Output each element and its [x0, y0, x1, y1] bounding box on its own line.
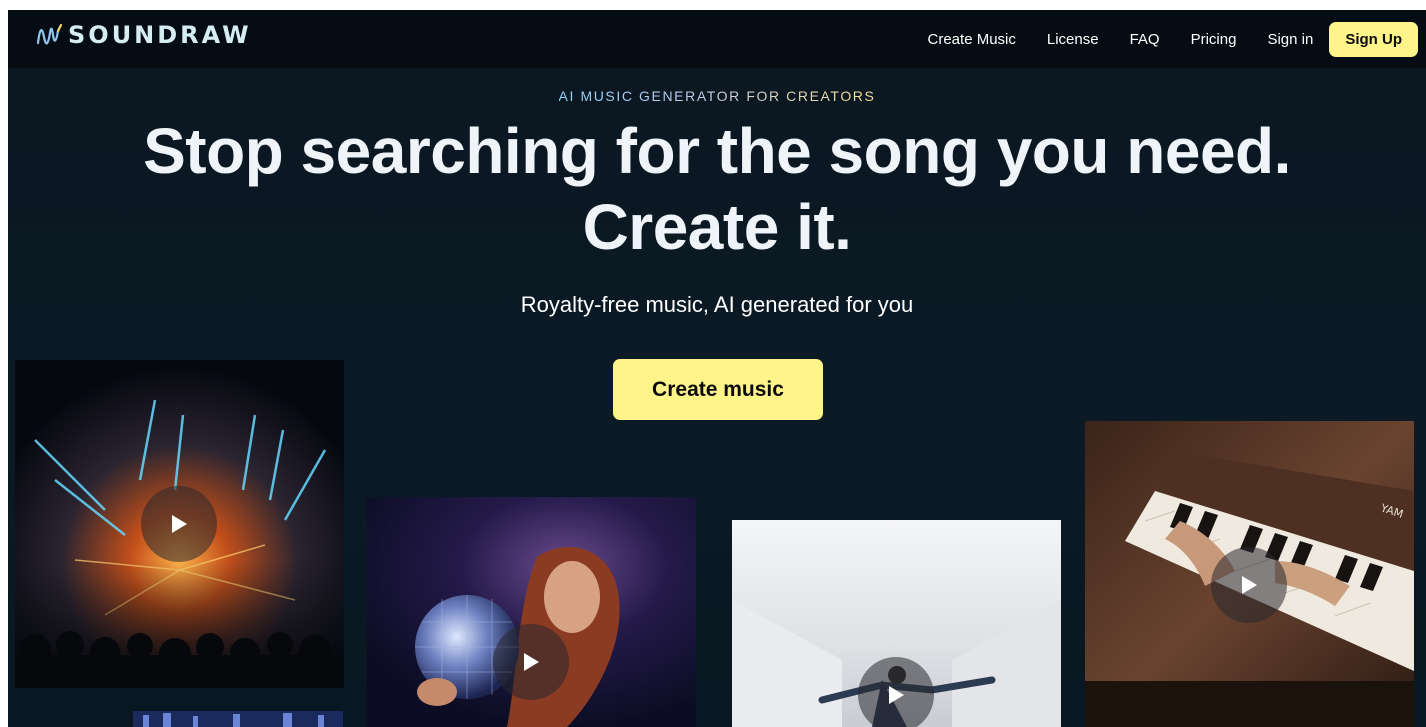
logo[interactable]: SOUNDRAW [36, 21, 252, 49]
create-music-button[interactable]: Create music [613, 359, 823, 420]
video-card-piano[interactable]: YAM [1085, 421, 1414, 727]
nav-sign-in[interactable]: Sign in [1267, 31, 1313, 48]
window-border-left [0, 0, 8, 727]
headline-line-1: Stop searching for the song you need. [143, 115, 1291, 187]
page: SOUNDRAW Create Music License FAQ Pricin… [8, 10, 1426, 727]
headline-line-2: Create it. [582, 191, 852, 263]
play-button[interactable] [1211, 547, 1287, 623]
window-border-top [0, 0, 1426, 10]
play-button[interactable] [858, 657, 934, 727]
nav-license[interactable]: License [1047, 31, 1099, 48]
hero-subheadline: Royalty-free music, AI generated for you [520, 292, 914, 317]
video-card-concert[interactable] [15, 360, 344, 688]
video-card-city[interactable] [133, 711, 343, 727]
play-icon [172, 515, 187, 533]
play-icon [1242, 576, 1257, 594]
hero-headline: Stop searching for the song you need. Cr… [8, 113, 1426, 265]
nav-faq[interactable]: FAQ [1130, 31, 1160, 48]
city-image [133, 711, 343, 727]
waveform-logo-icon [36, 23, 63, 45]
top-nav-bar: SOUNDRAW Create Music License FAQ Pricin… [8, 10, 1426, 68]
video-card-disco[interactable] [367, 497, 696, 727]
play-icon [524, 653, 539, 671]
play-button[interactable] [141, 486, 217, 562]
video-card-dancer[interactable] [732, 520, 1061, 727]
logo-wordmark: SOUNDRAW [68, 21, 252, 49]
sign-up-button[interactable]: Sign Up [1329, 21, 1418, 57]
play-button[interactable] [493, 624, 569, 700]
main-nav: Create Music License FAQ Pricing Sign in… [897, 10, 1426, 68]
nav-pricing[interactable]: Pricing [1191, 31, 1237, 48]
play-icon [889, 686, 904, 704]
eyebrow-text: AI MUSIC GENERATOR FOR CREATORS [558, 88, 876, 104]
nav-create-music[interactable]: Create Music [928, 31, 1016, 48]
